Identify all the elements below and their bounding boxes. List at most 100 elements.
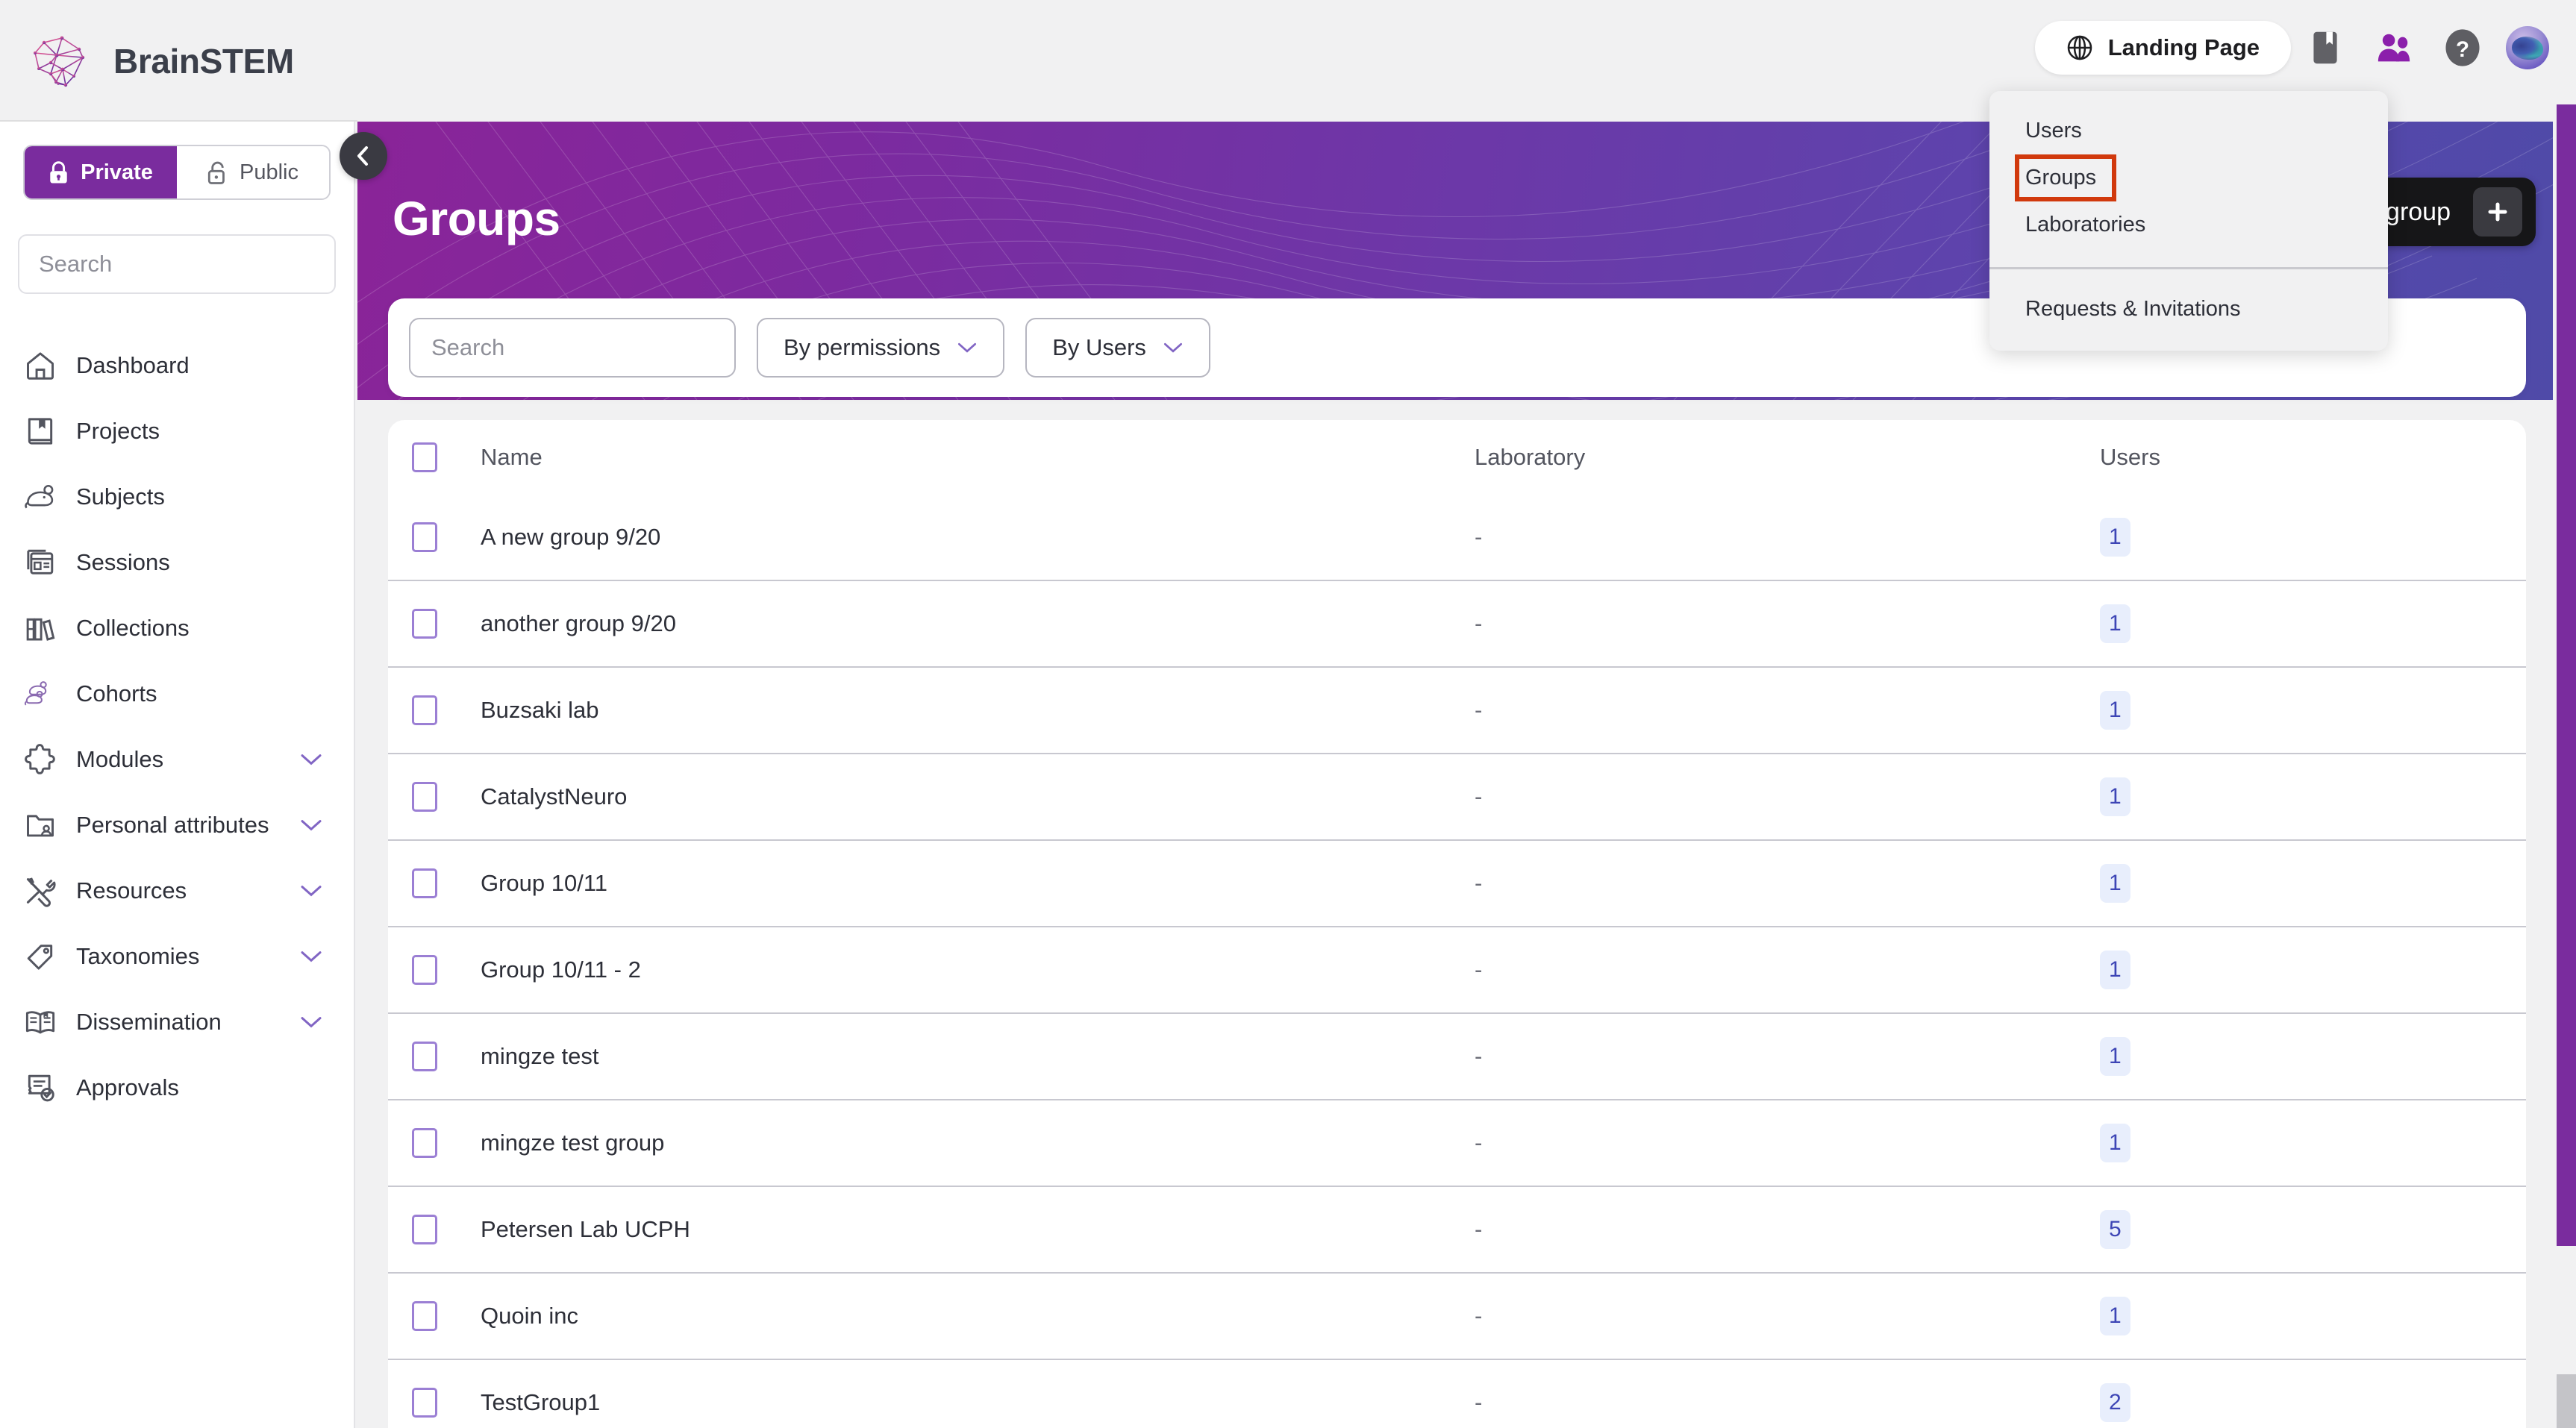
help-button[interactable]: ? xyxy=(2428,21,2497,75)
toggle-public[interactable]: Public xyxy=(177,146,329,198)
toggle-private-label: Private xyxy=(81,160,153,184)
sidebar-item-modules[interactable]: Modules xyxy=(0,727,354,792)
filter-by-permissions[interactable]: By permissions xyxy=(757,318,1005,378)
chevron-down-icon[interactable] xyxy=(300,818,322,832)
cell-laboratory: - xyxy=(1475,783,1483,809)
sidebar-item-dashboard[interactable]: Dashboard xyxy=(0,333,354,398)
chevron-down-icon[interactable] xyxy=(300,1015,322,1029)
cell-name: mingze test xyxy=(481,1043,599,1069)
table-row[interactable]: Group 10/11 - 1 xyxy=(388,841,2526,927)
cell-name: Quoin inc xyxy=(481,1303,578,1329)
bookmark-button[interactable] xyxy=(2291,21,2360,75)
cell-name: Petersen Lab UCPH xyxy=(481,1216,690,1242)
table-row[interactable]: CatalystNeuro - 1 xyxy=(388,754,2526,841)
dropdown-item-users[interactable]: Users xyxy=(1989,107,2388,154)
row-checkbox[interactable] xyxy=(412,868,437,898)
row-checkbox[interactable] xyxy=(412,695,437,725)
row-checkbox[interactable] xyxy=(412,1215,437,1244)
sidebar-search-input[interactable] xyxy=(39,251,337,278)
brand[interactable]: BrainSTEM xyxy=(28,33,294,90)
dropdown-item-requests-invitations[interactable]: Requests & Invitations xyxy=(1989,286,2388,333)
sidebar-item-projects[interactable]: Projects xyxy=(0,398,354,464)
cell-users: 2 xyxy=(2100,1383,2526,1422)
sidebar-item-subjects[interactable]: Subjects xyxy=(0,464,354,530)
row-checkbox[interactable] xyxy=(412,1042,437,1071)
sidebar-item-approvals[interactable]: Approvals xyxy=(0,1055,354,1121)
table-row[interactable]: A new group 9/20 - 1 xyxy=(388,495,2526,581)
sidebar-item-label: Taxonomies xyxy=(76,943,200,969)
landing-page-button[interactable]: Landing Page xyxy=(2034,21,2291,75)
session-window-icon xyxy=(27,549,54,574)
chevron-down-icon[interactable] xyxy=(300,884,322,898)
page-scrollbar-thumb[interactable] xyxy=(2557,104,2576,1246)
users-count-badge: 1 xyxy=(2100,604,2130,643)
dropdown-item-groups[interactable]: Groups xyxy=(2015,154,2116,201)
sidebar-search[interactable] xyxy=(18,234,337,294)
sidebar-item-sessions[interactable]: Sessions xyxy=(0,530,354,595)
table-row[interactable]: Petersen Lab UCPH - 5 xyxy=(388,1187,2526,1274)
table-row[interactable]: mingze test group - 1 xyxy=(388,1100,2526,1187)
table-body: A new group 9/20-1 another group 9/20-1 Bu… xyxy=(388,495,2526,1428)
row-checkbox[interactable] xyxy=(412,782,437,812)
users-count-badge: 1 xyxy=(2100,864,2130,903)
sidebar-item-label: Subjects xyxy=(76,483,165,510)
puzzle-icon xyxy=(25,744,55,774)
cell-laboratory: - xyxy=(1475,1216,1483,1242)
chevron-left-icon xyxy=(357,146,368,166)
lock-open-icon xyxy=(207,161,225,184)
sidebar-item-label: Cohorts xyxy=(76,680,157,707)
sidebar-item-dissemination[interactable]: Dissemination xyxy=(0,989,354,1055)
row-checkbox[interactable] xyxy=(412,1128,437,1158)
row-checkbox[interactable] xyxy=(412,955,437,985)
sidebar-item-resources[interactable]: Resources xyxy=(0,858,354,924)
chevron-down-icon[interactable] xyxy=(300,950,322,963)
help-circle-icon: ? xyxy=(2445,29,2480,66)
brand-name: BrainSTEM xyxy=(113,41,294,81)
sidebar-nav: Dashboard Projects Subjects Sessions Col… xyxy=(0,333,354,1121)
sidebar-item-label: Sessions xyxy=(76,549,170,575)
people-button[interactable] xyxy=(2360,21,2428,75)
sidebar-item-label: Dissemination xyxy=(76,1009,222,1035)
users-count-badge: 1 xyxy=(2100,518,2130,557)
tools-icon xyxy=(26,877,56,907)
sidebar-collapse-button[interactable] xyxy=(340,132,387,180)
row-checkbox[interactable] xyxy=(412,609,437,639)
select-all-checkbox[interactable] xyxy=(412,442,437,472)
sidebar-item-personal-attributes[interactable]: Personal attributes xyxy=(0,792,354,858)
table-row[interactable]: another group 9/20 - 1 xyxy=(388,581,2526,668)
cell-laboratory: - xyxy=(1475,524,1483,550)
sidebar-item-taxonomies[interactable]: Taxonomies xyxy=(0,924,354,989)
toggle-private[interactable]: Private xyxy=(25,146,177,198)
cell-users: 1 xyxy=(2100,518,2526,557)
filter-by-users[interactable]: By Users xyxy=(1025,318,1210,378)
sidebar-item-label: Personal attributes xyxy=(76,812,269,838)
sidebar-item-collections[interactable]: Collections xyxy=(0,595,354,661)
row-checkbox[interactable] xyxy=(412,1301,437,1331)
cell-laboratory: - xyxy=(1475,956,1483,983)
sidebar-item-cohorts[interactable]: Cohorts xyxy=(0,661,354,727)
table-search-input[interactable] xyxy=(431,334,713,361)
cell-laboratory: - xyxy=(1475,1043,1483,1069)
row-checkbox[interactable] xyxy=(412,1388,437,1418)
cell-name: TestGroup1 xyxy=(481,1389,601,1415)
table-row[interactable]: Buzsaki lab - 1 xyxy=(388,668,2526,754)
column-header-name: Name xyxy=(481,444,543,470)
page-scrollbar-track[interactable] xyxy=(2557,52,2576,1428)
table-row[interactable]: Group 10/11 - 2 - 1 xyxy=(388,927,2526,1014)
mouse-icon xyxy=(25,485,54,509)
table-row[interactable]: mingze test - 1 xyxy=(388,1014,2526,1100)
cell-users: 1 xyxy=(2100,951,2526,989)
table-search[interactable] xyxy=(409,318,736,378)
svg-text:?: ? xyxy=(2456,37,2469,62)
plus-icon[interactable] xyxy=(2473,187,2522,237)
avatar[interactable] xyxy=(2506,26,2549,69)
row-checkbox[interactable] xyxy=(412,522,437,552)
sidebar-item-label: Collections xyxy=(76,615,190,641)
column-header-users: Users xyxy=(2100,444,2160,470)
chevron-down-icon xyxy=(1163,342,1182,353)
chevron-down-icon[interactable] xyxy=(300,753,322,766)
table-row[interactable]: TestGroup1 - 2 xyxy=(388,1360,2526,1428)
table-row[interactable]: Quoin inc - 1 xyxy=(388,1274,2526,1360)
dropdown-item-laboratories[interactable]: Laboratories xyxy=(1989,201,2388,248)
cell-users: 1 xyxy=(2100,604,2526,643)
